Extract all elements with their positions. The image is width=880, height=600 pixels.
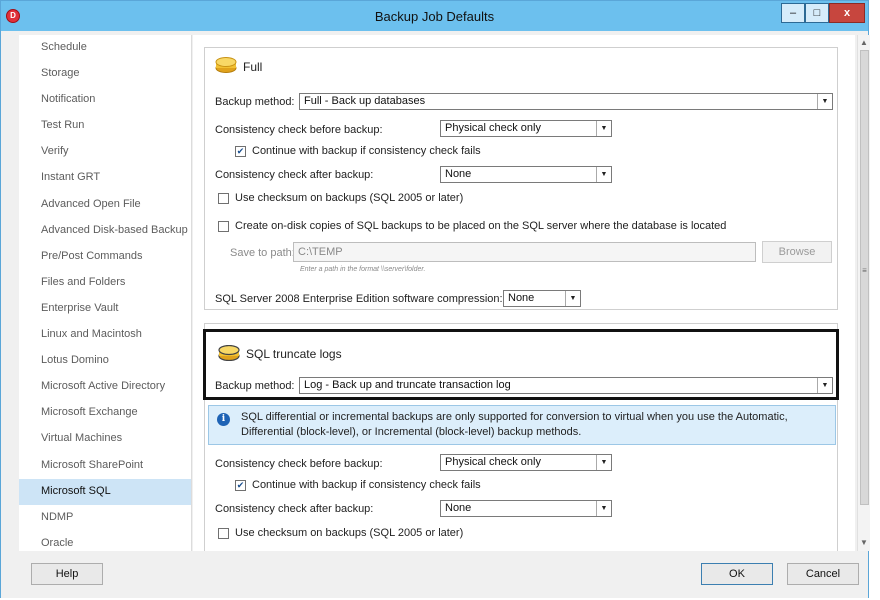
backup-job-defaults-window: D Backup Job Defaults – □ x Schedule Stor… <box>0 0 870 598</box>
truncate-continue-label: Continue with backup if consistency chec… <box>252 479 481 491</box>
close-button[interactable]: x <box>829 3 865 23</box>
sidebar-item[interactable]: Storage <box>19 61 191 87</box>
truncate-continue-checkbox[interactable]: ✔ <box>235 480 246 491</box>
sidebar-item[interactable]: Pre/Post Commands <box>19 244 191 270</box>
sidebar-item[interactable]: Instant GRT <box>19 165 191 191</box>
full-consistency-before-dropdown[interactable]: Physical check only ▼ <box>440 120 612 137</box>
save-path-input[interactable]: C:\TEMP <box>293 242 756 262</box>
truncate-consistency-before-dropdown[interactable]: Physical check only ▼ <box>440 454 612 471</box>
chevron-down-icon: ▼ <box>596 455 611 470</box>
full-section-panel: Full Backup method: Full - Back up datab… <box>204 47 838 310</box>
sidebar-item[interactable]: Microsoft SharePoint <box>19 453 191 479</box>
full-consistency-after-dropdown[interactable]: None ▼ <box>440 166 612 183</box>
ok-button[interactable]: OK <box>701 563 773 585</box>
highlight-frame <box>203 329 839 400</box>
truncate-checksum-checkbox[interactable] <box>218 528 229 539</box>
database-icon <box>215 57 237 73</box>
browse-button[interactable]: Browse <box>762 241 832 263</box>
full-backup-method-label: Backup method: <box>215 96 295 108</box>
sidebar-item[interactable]: Verify <box>19 139 191 165</box>
sidebar-item[interactable]: Virtual Machines <box>19 426 191 452</box>
full-backup-method-dropdown[interactable]: Full - Back up databases ▼ <box>299 93 833 110</box>
help-button[interactable]: Help <box>31 563 103 585</box>
sidebar-item[interactable]: NDMP <box>19 505 191 531</box>
compression-value: None <box>508 292 535 304</box>
sidebar-item[interactable]: Microsoft SQL <box>19 478 191 505</box>
sidebar-item[interactable]: Enterprise Vault <box>19 296 191 322</box>
scroll-up-icon[interactable]: ▲ <box>858 37 870 49</box>
full-ondisk-checkbox[interactable] <box>218 221 229 232</box>
info-message: SQL differential or incremental backups … <box>241 411 788 438</box>
sidebar-item[interactable]: Microsoft Exchange <box>19 400 191 426</box>
chevron-down-icon: ▼ <box>596 167 611 182</box>
truncate-checksum-label: Use checksum on backups (SQL 2005 or lat… <box>235 527 464 539</box>
sidebar-item[interactable]: Notification <box>19 87 191 113</box>
full-checksum-checkbox[interactable] <box>218 193 229 204</box>
compression-label: SQL Server 2008 Enterprise Edition softw… <box>215 293 503 305</box>
truncate-consistency-after-value: None <box>445 502 472 514</box>
chevron-down-icon: ▼ <box>565 291 580 306</box>
save-path-label: Save to path: <box>230 247 295 259</box>
full-continue-label: Continue with backup if consistency chec… <box>252 145 481 157</box>
settings-sidebar: Schedule Storage Notification Test Run Verif… <box>19 35 192 551</box>
sidebar-item[interactable]: Test Run <box>19 113 191 139</box>
info-icon: i <box>217 413 230 426</box>
full-consistency-after-value: None <box>445 168 472 180</box>
full-section-title: Full <box>243 60 263 74</box>
content-scrollbar[interactable]: ▲ ≡ ▼ <box>857 35 870 551</box>
truncate-consistency-after-label: Consistency check after backup: <box>215 503 374 515</box>
window-title: Backup Job Defaults <box>374 9 495 24</box>
maximize-button[interactable]: □ <box>805 3 829 23</box>
compression-dropdown[interactable]: None ▼ <box>503 290 581 307</box>
settings-content: Full Backup method: Full - Back up datab… <box>193 35 855 551</box>
sidebar-item[interactable]: Lotus Domino <box>19 348 191 374</box>
chevron-down-icon: ▼ <box>817 94 832 109</box>
sidebar-item[interactable]: Advanced Disk-based Backup <box>19 218 191 244</box>
full-checksum-label: Use checksum on backups (SQL 2005 or lat… <box>235 192 464 204</box>
truncate-consistency-before-value: Physical check only <box>445 456 541 468</box>
cancel-button[interactable]: Cancel <box>787 563 859 585</box>
sidebar-item[interactable]: Schedule <box>19 35 191 61</box>
minimize-button[interactable]: – <box>781 3 805 23</box>
truncate-consistency-after-dropdown[interactable]: None ▼ <box>440 500 612 517</box>
sidebar-item[interactable]: Linux and Macintosh <box>19 322 191 348</box>
scroll-thumb[interactable]: ≡ <box>860 50 869 505</box>
save-path-hint: Enter a path in the format \\server\fold… <box>300 266 426 273</box>
full-ondisk-label: Create on-disk copies of SQL backups to … <box>235 220 727 232</box>
chevron-down-icon: ▼ <box>596 121 611 136</box>
chevron-down-icon: ▼ <box>596 501 611 516</box>
sidebar-item[interactable]: Microsoft Active Directory <box>19 374 191 400</box>
info-banner: i SQL differential or incremental backup… <box>208 405 836 445</box>
truncate-consistency-before-label: Consistency check before backup: <box>215 458 383 470</box>
dialog-footer: Help OK Cancel <box>1 552 868 598</box>
full-continue-checkbox[interactable]: ✔ <box>235 146 246 157</box>
sidebar-item[interactable]: Advanced Open File <box>19 192 191 218</box>
scroll-down-icon[interactable]: ▼ <box>858 537 870 549</box>
full-backup-method-value: Full - Back up databases <box>304 95 426 107</box>
title-bar[interactable]: D Backup Job Defaults – □ x <box>1 1 868 31</box>
sidebar-item[interactable]: Oracle <box>19 531 191 551</box>
full-consistency-before-label: Consistency check before backup: <box>215 124 383 136</box>
full-consistency-after-label: Consistency check after backup: <box>215 169 374 181</box>
full-consistency-before-value: Physical check only <box>445 122 541 134</box>
sidebar-item[interactable]: Files and Folders <box>19 270 191 296</box>
